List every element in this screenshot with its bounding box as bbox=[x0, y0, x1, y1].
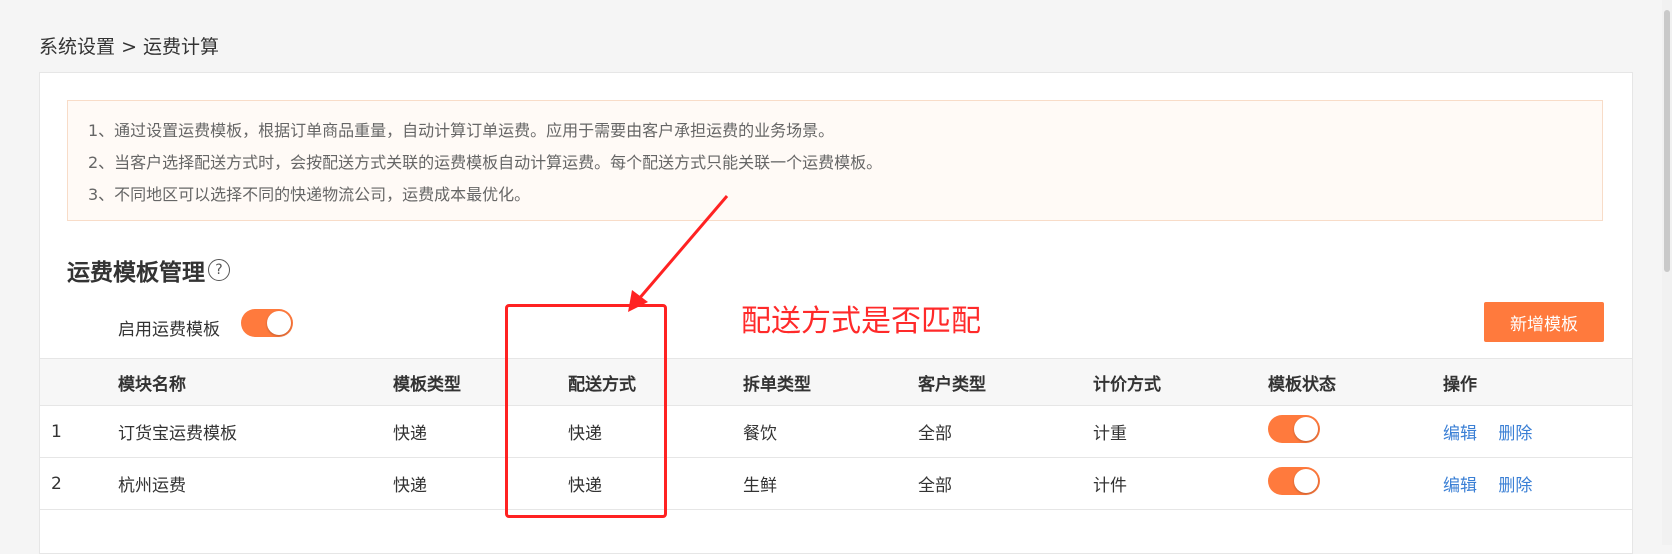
page-scrollbar[interactable] bbox=[1662, 0, 1672, 545]
scrollbar-thumb[interactable] bbox=[1664, 10, 1670, 272]
annotation-arrow-icon bbox=[628, 195, 729, 312]
